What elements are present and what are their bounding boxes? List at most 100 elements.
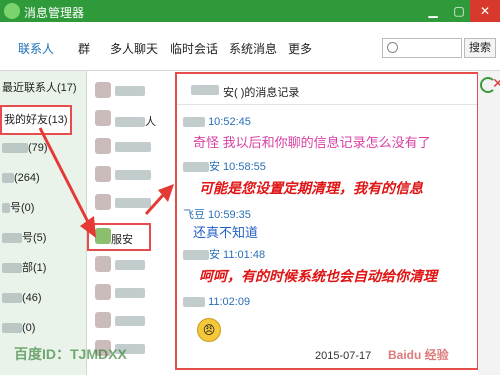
sidebar-item-label: (0) [22,322,36,334]
avatar [95,166,111,182]
blurred-text [115,117,145,128]
toolbar: 联系人 群 多人聊天 临时会话 系统消息 更多 搜索 [0,22,500,71]
blurred-text [2,173,14,184]
contact-name: 服安 [111,234,133,246]
sidebar-item-label: 号(0) [10,202,35,214]
sidebar-item-label: (79) [28,142,48,154]
group-sidebar: 最近联系人(17) 我的好友(13) (79) (264) 号(0) 号(5) … [0,71,87,375]
blurred-text [183,297,205,308]
blurred-text [115,142,151,153]
contact-name [115,315,145,327]
sidebar-item-label: (264) [14,172,40,184]
contact-list: 人 服安 [87,71,175,375]
sidebar-item-label: 我的好友(13) [4,114,68,126]
blurred-text [2,203,10,214]
blurred-text [191,85,219,95]
title-bar: 消息管理器 ▁ ▢ ✕ [0,0,500,22]
minimize-button[interactable]: ▁ [420,0,446,22]
blurred-text [183,250,209,261]
history-date: 2015-07-17 [315,350,372,362]
list-item[interactable] [89,135,173,157]
sidebar-item-group-9[interactable]: (0) [2,317,84,339]
sidebar-item-label: 号(5) [22,232,47,244]
list-item[interactable] [89,191,173,213]
right-toolbar: ✕ [478,71,500,375]
blurred-text [115,198,151,209]
avatar [95,82,111,98]
close-button[interactable]: ✕ [470,0,500,22]
list-item[interactable]: 人 [89,107,173,129]
avatar [95,284,111,300]
app-logo-icon [4,3,20,19]
search-icon [387,42,398,53]
contact-name [115,197,151,209]
avatar [95,194,111,210]
blurred-text [183,117,205,128]
message-text: 可能是您设置定期清理，我有的信息 [199,181,423,197]
list-item[interactable] [89,253,173,275]
list-item[interactable] [89,163,173,185]
avatar [95,228,111,244]
contact-name [115,169,151,181]
window-title: 消息管理器 [24,6,85,20]
sidebar-item-group-6[interactable]: 号(5) [2,227,84,249]
sidebar-item-group-8[interactable]: (46) [2,287,84,309]
history-title: 安( )的消息记录 [223,87,300,99]
blurred-text [115,288,145,299]
blurred-text [115,170,151,181]
message-sender: 10:52:45 [183,116,251,128]
avatar [95,110,111,126]
history-header: 安( )的消息记录 [177,74,477,105]
avatar [95,256,111,272]
sidebar-item-group-4[interactable]: (264) [2,167,84,189]
delete-icon[interactable]: ✕ [492,75,500,92]
blurred-text [2,233,22,244]
sidebar-item-recent[interactable]: 最近联系人(17) [2,77,84,99]
message-sender: 11:02:09 [183,296,250,308]
blurred-text [115,86,145,97]
tab-system-messages[interactable]: 系统消息 [229,40,277,57]
tab-multi-chat[interactable]: 多人聊天 [110,40,158,57]
message-text: 奇怪 我以后和你聊的信息记录怎么没有了 [193,135,431,150]
tab-groups[interactable]: 群 [78,40,90,57]
tab-more[interactable]: 更多 [288,40,312,57]
tab-contacts[interactable]: 联系人 [18,40,54,57]
list-item[interactable] [89,79,173,101]
blurred-text [115,260,145,271]
contact-name [115,141,151,153]
list-item-selected[interactable]: 服安 [87,223,151,251]
contact-name: 人 [115,113,156,129]
sidebar-item-label: 部(1) [22,262,47,274]
baidu-watermark: Baidu 经验 [388,348,449,362]
angry-emoji-icon: 😠 [197,318,221,342]
sidebar-item-label: (46) [22,292,42,304]
blurred-text [2,143,28,154]
contact-name [115,287,145,299]
message-text: 呵呵，有的时候系统也会自动给你清理 [199,269,437,285]
blurred-text [2,263,22,274]
contact-name [115,259,145,271]
sidebar-item-label: 最近联系人(17) [2,82,77,94]
blurred-text [183,162,209,173]
blurred-text [2,323,22,334]
sidebar-item-my-friends[interactable]: 我的好友(13) [0,105,72,135]
avatar [95,312,111,328]
list-item[interactable] [89,309,173,331]
avatar [95,138,111,154]
sidebar-item-group-7[interactable]: 部(1) [2,257,84,279]
contact-name [115,85,145,97]
message-text: 还真不知道 [193,225,259,240]
search-input[interactable] [382,38,462,58]
maximize-button[interactable]: ▢ [446,0,472,22]
search-button[interactable]: 搜索 [464,38,496,58]
message-history-panel: 安( )的消息记录 10:52:45 奇怪 我以后和你聊的信息记录怎么没有了 安… [175,72,479,370]
list-item[interactable] [89,281,173,303]
sidebar-item-group-5[interactable]: 号(0) [2,197,84,219]
blurred-text [115,316,145,327]
blurred-text [2,293,22,304]
message-sender: 飞豆 10:59:35 [183,209,251,221]
watermark-text: 百度ID：TJMDXX [14,346,127,362]
sidebar-item-group-3[interactable]: (79) [2,137,84,159]
tab-temp-session[interactable]: 临时会话 [170,40,218,57]
message-sender: 安 10:58:55 [183,158,266,174]
